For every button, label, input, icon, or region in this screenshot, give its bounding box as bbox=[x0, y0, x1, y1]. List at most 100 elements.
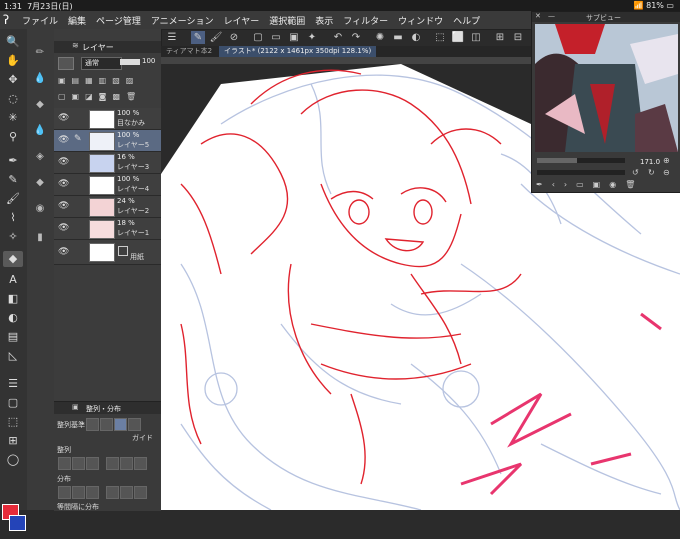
undo-icon[interactable]: ↶ bbox=[331, 31, 345, 44]
invert-icon[interactable]: ◫ bbox=[469, 31, 483, 44]
zoom-slider[interactable] bbox=[537, 158, 625, 163]
opacity-value[interactable]: 100 bbox=[142, 57, 155, 65]
sub-tool-3-icon[interactable]: ◆ bbox=[32, 99, 48, 113]
distribute-button[interactable] bbox=[120, 486, 133, 499]
menu-animation[interactable]: アニメーション bbox=[151, 14, 214, 27]
airbrush-tool-icon[interactable]: ⌇ bbox=[3, 210, 23, 226]
eye-icon[interactable]: 👁 bbox=[58, 201, 69, 211]
frame-tool-icon[interactable]: ⬚ bbox=[3, 414, 23, 430]
clear-icon[interactable]: ▬ bbox=[391, 31, 405, 44]
new-icon[interactable]: ▢ bbox=[251, 31, 265, 44]
distribute-button[interactable] bbox=[58, 486, 71, 499]
align-criteria-btn[interactable] bbox=[100, 418, 113, 431]
sub-tool-6-icon[interactable]: ◆ bbox=[32, 177, 48, 191]
distribute-button[interactable] bbox=[134, 486, 147, 499]
menu-help[interactable]: ヘルプ bbox=[453, 14, 480, 27]
blend-mode-select[interactable]: 通常 bbox=[81, 57, 122, 70]
menu-layer[interactable]: レイヤー bbox=[224, 14, 260, 27]
brush-icon[interactable]: 🖌 bbox=[209, 31, 223, 44]
blend-tool-icon[interactable]: ◺ bbox=[3, 348, 23, 364]
align-left-button[interactable] bbox=[58, 457, 71, 470]
eye-icon[interactable]: 👁 bbox=[58, 135, 69, 145]
speech-tool-icon[interactable]: ◯ bbox=[3, 452, 23, 468]
menu-icon[interactable]: ☰ bbox=[165, 31, 179, 44]
close-icon[interactable]: ✕ bbox=[535, 12, 541, 20]
distribute-button[interactable] bbox=[106, 486, 119, 499]
save-icon[interactable]: ▣ bbox=[287, 31, 301, 44]
menu-view[interactable]: 表示 bbox=[315, 14, 333, 27]
menu-filter[interactable]: フィルター bbox=[343, 14, 388, 27]
move-tool-icon[interactable]: ✥ bbox=[3, 72, 23, 88]
clip-icon[interactable]: ✦ bbox=[305, 31, 319, 44]
doc-tab-active[interactable]: イラスト* (2122 x 1461px 350dpi 128.1%) bbox=[219, 46, 377, 57]
eye-icon[interactable]: 👁 bbox=[58, 179, 69, 189]
layer-row-selected[interactable]: 👁 ✎ 100 % レイヤー5 bbox=[54, 130, 161, 152]
layer-row-paper[interactable]: 👁 用紙 bbox=[54, 240, 161, 265]
sub-view-header[interactable]: ✕ — サブビュー bbox=[532, 12, 680, 22]
pencil-tool-icon[interactable]: ✎ bbox=[3, 172, 23, 188]
gradient-tool-icon[interactable]: ▤ bbox=[3, 329, 23, 345]
layer-row[interactable]: 👁 16 % レイヤー3 bbox=[54, 152, 161, 174]
eye-icon[interactable]: 👁 bbox=[58, 113, 69, 123]
color-swatches[interactable] bbox=[0, 499, 27, 539]
rotate-left-icon[interactable]: ↺ bbox=[632, 168, 639, 177]
opacity-slider[interactable] bbox=[120, 59, 140, 65]
select-all-icon[interactable]: ⬚ bbox=[433, 31, 447, 44]
layer-row[interactable]: 👁 18 % レイヤー1 bbox=[54, 218, 161, 240]
sub-view-preview[interactable] bbox=[535, 24, 678, 152]
decoration-tool-icon[interactable]: ✧ bbox=[3, 229, 23, 245]
open-icon[interactable]: ▭ bbox=[269, 31, 283, 44]
lasso-tool-icon[interactable]: ◌ bbox=[3, 91, 23, 107]
snap-icon[interactable]: ⊘ bbox=[227, 31, 241, 44]
zoom-value[interactable]: 171.0 bbox=[640, 158, 660, 166]
menu-page[interactable]: ページ管理 bbox=[96, 14, 141, 27]
sub-tool-5-icon[interactable]: ◈ bbox=[32, 151, 48, 165]
app-logo-icon[interactable]: ʔ bbox=[3, 13, 19, 27]
balloon-tool-icon[interactable]: ◧ bbox=[3, 291, 23, 307]
menu-window[interactable]: ウィンドウ bbox=[398, 14, 443, 27]
align-middle-button[interactable] bbox=[120, 457, 133, 470]
transform-icon[interactable]: ✺ bbox=[373, 31, 387, 44]
zoom-in-icon[interactable]: ⊕ bbox=[663, 156, 670, 165]
minimize-icon[interactable]: — bbox=[548, 12, 555, 20]
pen-pressure-icon[interactable]: ✎ bbox=[191, 31, 205, 44]
align-criteria-btn[interactable] bbox=[86, 418, 99, 431]
distribute-button[interactable] bbox=[72, 486, 85, 499]
rotate-slider[interactable] bbox=[537, 170, 625, 175]
eye-icon[interactable]: 👁 bbox=[58, 157, 69, 167]
figure-tool-icon[interactable]: ▢ bbox=[3, 395, 23, 411]
eye-icon[interactable]: 👁 bbox=[58, 247, 69, 257]
menu-selection[interactable]: 選択範囲 bbox=[269, 14, 305, 27]
deselect-icon[interactable]: ⬜ bbox=[451, 31, 465, 44]
hand-tool-icon[interactable]: ✋ bbox=[3, 53, 23, 69]
sub-tool-4-icon[interactable]: 💧 bbox=[32, 125, 48, 139]
eye-icon[interactable]: 👁 bbox=[58, 223, 69, 233]
layer-row[interactable]: 👁 100 % レイヤー4 bbox=[54, 174, 161, 196]
text-tool-icon[interactable]: A bbox=[3, 272, 23, 288]
align-right-button[interactable] bbox=[86, 457, 99, 470]
sub-view-actions[interactable]: ✒‹›▭▣◉🗑 bbox=[536, 180, 676, 190]
sub-color-swatch[interactable] bbox=[9, 515, 26, 531]
align-bottom-button[interactable] bbox=[134, 457, 147, 470]
align-center-button[interactable] bbox=[72, 457, 85, 470]
auto-select-icon[interactable]: ✳ bbox=[3, 110, 23, 126]
grid-tool-icon[interactable]: ⊞ bbox=[3, 433, 23, 449]
align-criteria-btn[interactable] bbox=[128, 418, 141, 431]
ruler-icon[interactable]: ⊟ bbox=[511, 31, 525, 44]
layer-panel-tab[interactable]: ≋ レイヤー bbox=[54, 41, 161, 53]
rotate-right-icon[interactable]: ↻ bbox=[648, 168, 655, 177]
align-panel-tab[interactable]: ▣ 整列・分布 bbox=[54, 402, 161, 414]
menu-edit[interactable]: 編集 bbox=[68, 14, 86, 27]
layer-actions-row1[interactable]: ▣▤▦▥▧▨ bbox=[58, 76, 158, 86]
zoom-tool-icon[interactable]: 🔍 bbox=[3, 34, 23, 50]
brush-tool-icon[interactable]: 🖌 bbox=[3, 191, 23, 207]
zoom-out-icon[interactable]: ⊖ bbox=[663, 168, 670, 177]
align-criteria-btn-active[interactable] bbox=[114, 418, 127, 431]
layer-row[interactable]: 👁 100 % 目なかみ bbox=[54, 108, 161, 130]
layer-actions-row2[interactable]: ▢▣◪◙▩🗑 bbox=[58, 92, 158, 102]
layer-row[interactable]: 👁 24 % レイヤー2 bbox=[54, 196, 161, 218]
eraser-tool-icon[interactable]: ◆ bbox=[3, 251, 23, 267]
fill-icon[interactable]: ◐ bbox=[409, 31, 423, 44]
sub-tool-1-icon[interactable]: ✏ bbox=[32, 47, 48, 61]
grid-icon[interactable]: ⊞ bbox=[493, 31, 507, 44]
